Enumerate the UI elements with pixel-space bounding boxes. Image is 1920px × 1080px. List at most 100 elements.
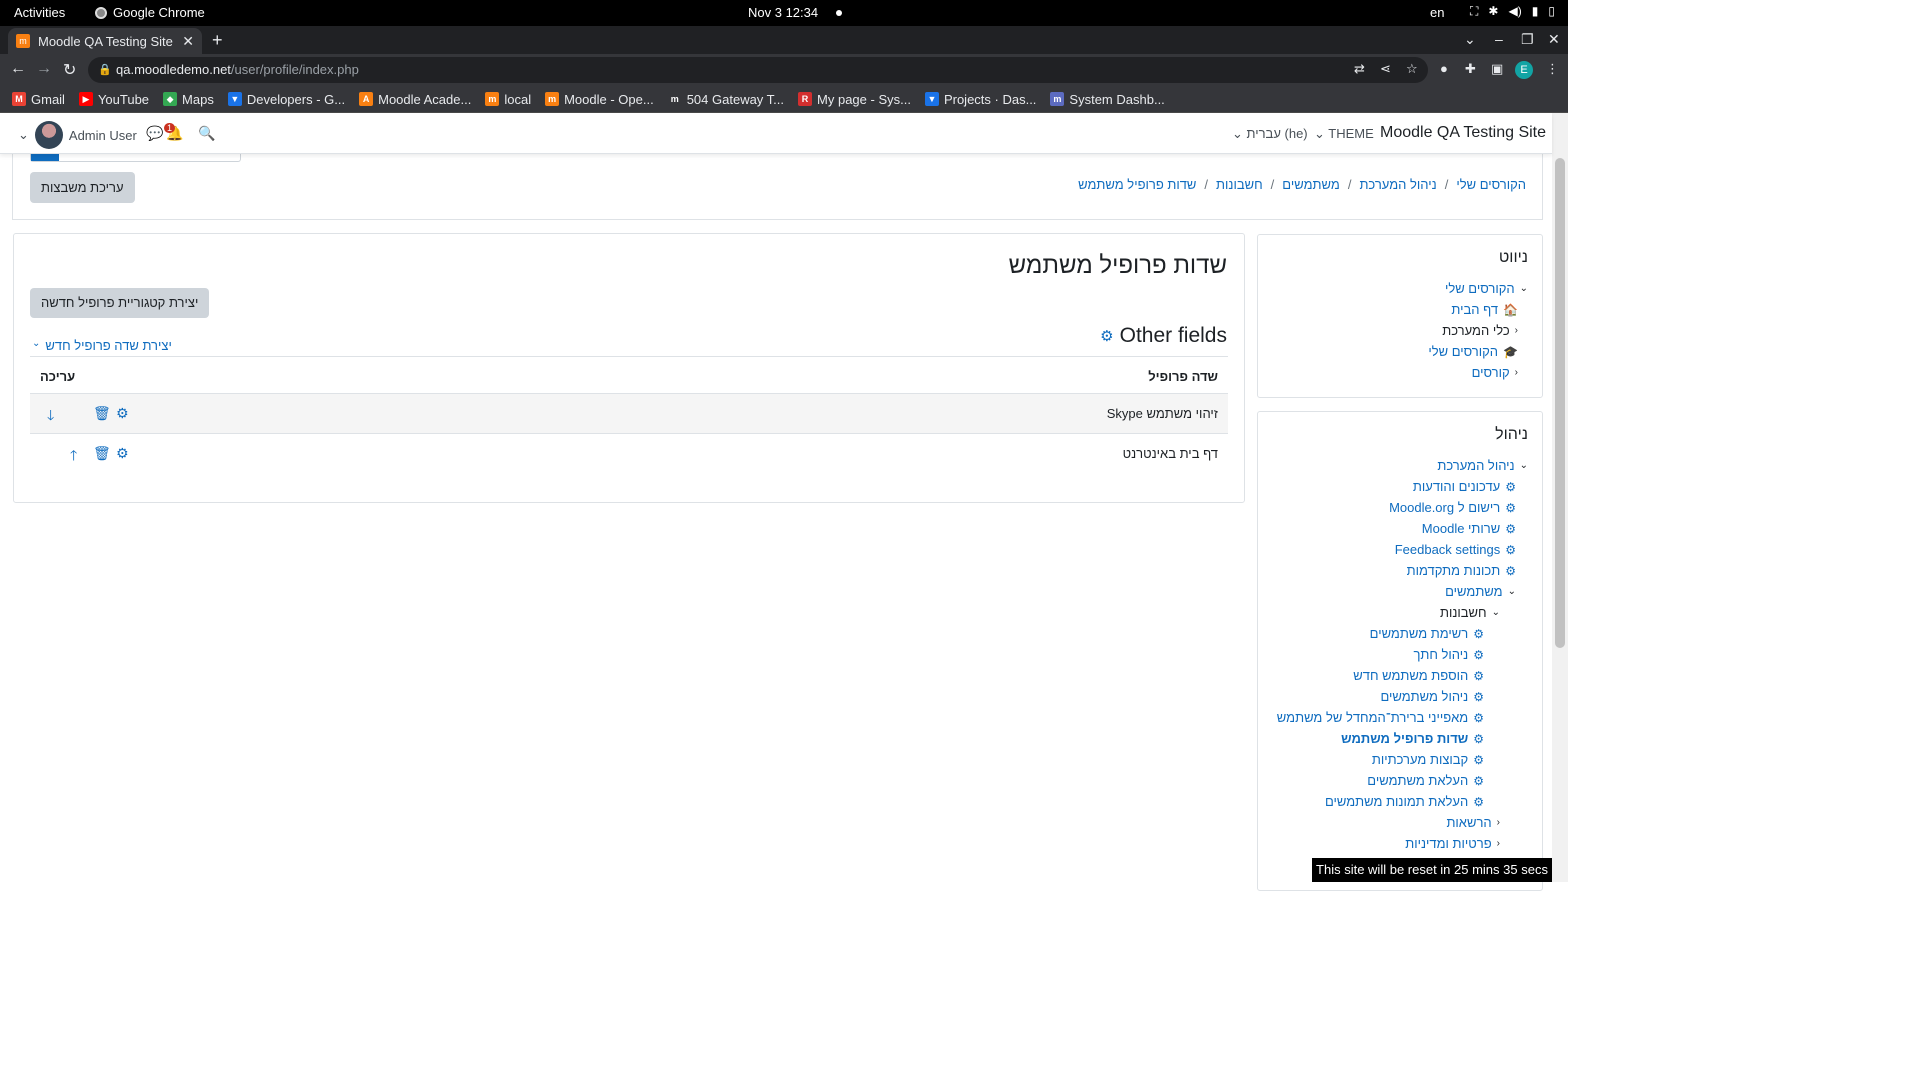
new-tab-icon[interactable]: + [212,30,223,51]
tree-item[interactable]: ⚙ עדכונים והודעות [1413,479,1516,494]
breadcrumb-item[interactable]: הקורסים שלי [1456,177,1526,192]
bookmark-star-icon[interactable]: ☆ [1406,61,1418,77]
delete-icon[interactable]: 🗑 [93,405,111,422]
bookmark-item[interactable]: ▶ YouTube [78,92,149,107]
scrollbar-thumb[interactable] [1555,158,1565,648]
bookmark-item[interactable]: M Gmail [12,92,65,107]
forward-icon[interactable]: → [36,60,52,78]
tree-item[interactable]: ⌄ חשבונות [1440,605,1500,620]
chrome-menu-icon[interactable]: ⋮ [1546,61,1559,77]
tree-item[interactable]: ⌄ הקורסים שלי [1445,281,1528,296]
bookmark-item[interactable]: R My page - Sys... [798,92,911,107]
page-scrollbar[interactable] [1552,113,1568,882]
breadcrumb-item[interactable]: ניהול המערכת [1359,177,1436,192]
theme-menu[interactable]: ⌄ THEME [1314,126,1374,142]
tree-item-label: משתמשים [1445,584,1503,599]
tree-item-label: ניהול חתך [1413,647,1469,662]
site-name[interactable]: Moodle QA Testing Site [1380,124,1546,142]
back-icon[interactable]: ← [10,60,26,78]
system-tray[interactable]: ⛶ ✱ ◀) ▮ ▯ [1470,4,1555,19]
gear-icon[interactable]: ⚙ [116,445,129,462]
network-icon[interactable]: ⛶ [1470,4,1478,19]
delete-icon[interactable]: 🗑 [93,445,111,462]
breadcrumb-item[interactable]: משתמשים [1282,177,1340,192]
side-panel-icon[interactable]: ▣ [1491,61,1503,77]
tree-item[interactable]: ⚙ מאפייני ברירת־המחדל של משתמש [1277,710,1484,725]
app-menu[interactable]: Google Chrome [95,5,205,20]
bookmark-item[interactable]: m 504 Gateway T... [667,92,784,107]
tree-item[interactable]: ⚙ רישום ל Moodle.org [1389,500,1516,515]
gear-icon[interactable]: ⚙ [116,405,129,422]
clock[interactable]: Nov 3 12:34 [748,5,818,20]
edit-blocks-button[interactable]: עריכת משבצות [30,172,135,203]
tree-item[interactable]: ⚙ הוספת משתמש חדש [1353,668,1484,683]
tree-item[interactable]: ⚙ העלאת תמונות משתמשים [1325,794,1484,809]
tree-item-label: קורסים [1471,365,1510,380]
user-name: Admin User [68,127,137,143]
tree-item[interactable]: ⚙ Feedback settings [1395,542,1516,557]
bookmark-item[interactable]: ◆ Maps [163,92,214,107]
category-settings-gear-icon[interactable]: ⚙ [1100,327,1113,345]
battery-icon[interactable]: ▯ [1548,4,1555,19]
tree-item[interactable]: ⚙ ניהול משתמשים [1380,689,1484,704]
extension-badge-icon[interactable]: ● [1440,61,1448,76]
tree-item[interactable]: ⚙ העלאת משתמשים [1367,773,1484,788]
profile-avatar[interactable]: E [1515,61,1533,79]
bluetooth-icon[interactable]: ✱ [1488,4,1498,19]
messages-icon[interactable]: 💬 [146,125,163,142]
tree-item[interactable]: 🏠 דף הבית [1451,302,1518,317]
tree-item[interactable]: ⚙ תכונות מתקדמות [1407,563,1516,578]
bookmark-item[interactable]: m Moodle - Ope... [545,92,654,107]
chevron-down-icon: ⌄ [32,338,41,349]
volume-icon[interactable]: ◀) [1508,4,1521,19]
share-icon[interactable]: ⋖ [1380,61,1391,77]
tree-item[interactable]: ‹ הרשאות [1446,815,1500,830]
navigation-block-title: ניווט [1498,249,1528,266]
breadcrumb-item[interactable]: חשבונות [1216,177,1263,192]
bookmark-item[interactable]: ▼ Projects · Das... [924,92,1036,107]
create-category-button[interactable]: יצירת קטגוריית פרופיל חדשה [30,288,210,318]
tree-item[interactable]: 🎓 הקורסים שלי [1428,344,1518,359]
browser-tab[interactable]: m Moodle QA Testing Site: W ✕ [8,28,202,54]
bookmark-item[interactable]: ▼ Developers - G... [227,92,345,107]
tree-item[interactable]: ‹ כלי המערכת [1442,323,1518,338]
category-heading: ⚙ Other fields [1100,324,1227,348]
tree-item[interactable]: ⚙ קבוצות מערכתיות [1372,752,1484,767]
tab-search-icon[interactable]: ⌄ [1464,31,1476,48]
move-up-icon[interactable]: 🡑 [70,445,77,469]
bookmark-item[interactable]: A Moodle Acade... [359,92,471,107]
url-host: qa.moodledemo.net [116,62,231,77]
translate-icon[interactable]: ⇄ [1354,61,1365,77]
language-menu[interactable]: ⌄ עברית (he) [1232,126,1308,142]
tree-item[interactable]: ⚙ רשימת משתמשים [1370,626,1484,641]
power-icon[interactable]: ▮ [1532,4,1539,19]
close-tab-icon[interactable]: ✕ [182,33,194,50]
lock-icon[interactable]: 🔒 [98,57,112,83]
keyboard-language[interactable]: en [1430,5,1444,20]
tree-item[interactable]: ‹ קורסים [1472,365,1518,380]
tree-item[interactable]: ⚙ שרותי Moodle [1422,521,1516,536]
tree-item[interactable]: ‹ פרטיות ומדיניות [1405,836,1500,851]
create-field-dropdown[interactable]: יצירת שדה פרופיל חדש ⌄ [32,338,172,353]
tree-item[interactable]: ⌄ ניהול המערכת [1437,458,1528,473]
bookmark-item[interactable]: m System Dashb... [1050,92,1165,107]
minimize-icon[interactable]: – [1495,31,1503,47]
maximize-icon[interactable]: ❐ [1521,31,1534,48]
search-icon[interactable]: 🔍 [198,125,215,142]
move-down-icon[interactable]: 🡓 [47,405,54,429]
tree-item[interactable]: ⌄ משתמשים [1445,584,1516,599]
breadcrumb-item[interactable]: שדות פרופיל משתמש [1078,177,1196,192]
bookmark-item[interactable]: m local [485,92,531,107]
extensions-puzzle-icon[interactable]: ✚ [1465,61,1476,77]
notifications-icon[interactable]: 🔔 1 [164,123,183,142]
activities-button[interactable]: Activities [14,5,65,20]
chrome-icon [95,6,107,19]
reload-icon[interactable]: ↻ [63,60,76,80]
user-menu[interactable]: ⌄ Admin User [18,121,137,149]
close-window-icon[interactable]: ✕ [1548,31,1560,48]
tree-item[interactable]: ⚙ ניהול חתך [1413,647,1484,662]
tree-item[interactable]: ⚙ שדות פרופיל משתמש [1341,731,1484,746]
main-content: שדות פרופיל משתמש יצירת קטגוריית פרופיל … [13,233,1245,503]
address-bar[interactable]: 🔒 qa.moodledemo.net/user/profile/index.p… [88,57,1428,83]
bookmark-favicon-icon: A [359,92,374,106]
